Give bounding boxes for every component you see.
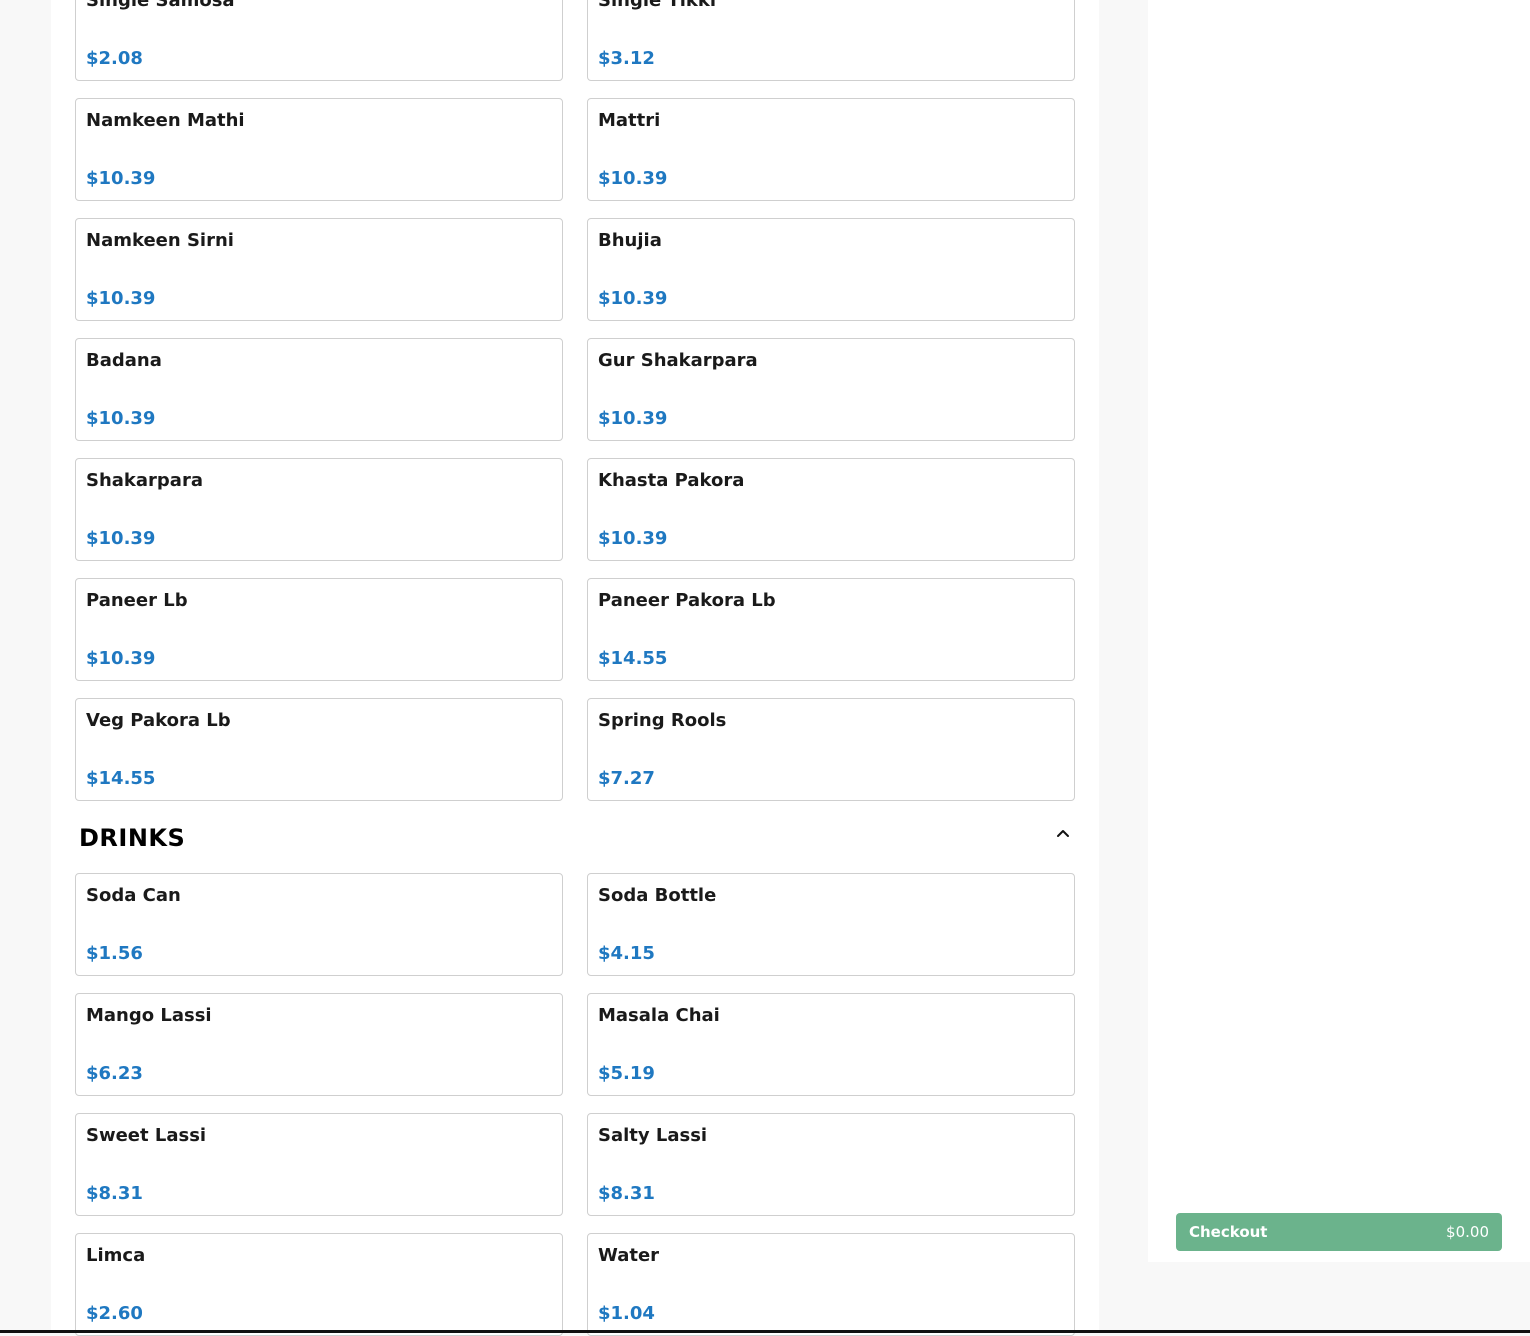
snacks-section: Single Samosa $2.08 Single Tikki $3.12 Nam… [75, 0, 1075, 801]
item-price: $10.39 [86, 168, 156, 189]
menu-item-card[interactable]: Soda Can $1.56 [75, 873, 563, 976]
menu-item-card[interactable]: Salty Lassi $8.31 [587, 1113, 1075, 1216]
item-name: Spring Rools [598, 710, 727, 731]
item-price: $10.39 [598, 528, 668, 549]
item-name: Bhujia [598, 230, 662, 251]
menu-item-card[interactable]: Paneer Pakora Lb $14.55 [587, 578, 1075, 681]
section-title: DRINKS [79, 824, 186, 852]
menu-item-card[interactable]: Badana $10.39 [75, 338, 563, 441]
item-price: $6.23 [86, 1063, 143, 1084]
snacks-grid: Single Samosa $2.08 Single Tikki $3.12 Nam… [75, 0, 1075, 801]
menu-item-card[interactable]: Soda Bottle $4.15 [587, 873, 1075, 976]
menu-item-card[interactable]: Bhujia $10.39 [587, 218, 1075, 321]
item-name: Sweet Lassi [86, 1125, 207, 1146]
drinks-section: Soda Can $1.56 Soda Bottle $4.15 Mango Las… [75, 873, 1075, 1336]
menu-item-card[interactable]: Namkeen Mathi $10.39 [75, 98, 563, 201]
item-name: Paneer Pakora Lb [598, 590, 776, 611]
item-name: Shakarpara [86, 470, 203, 491]
menu-item-card[interactable]: Mattri $10.39 [587, 98, 1075, 201]
item-name: Gur Shakarpara [598, 350, 758, 371]
menu-item-card[interactable]: Paneer Lb $10.39 [75, 578, 563, 681]
menu-item-card[interactable]: Mango Lassi $6.23 [75, 993, 563, 1096]
menu-item-card[interactable]: Single Samosa $2.08 [75, 0, 563, 81]
item-price: $14.55 [86, 768, 156, 789]
menu-item-card[interactable]: Single Tikki $3.12 [587, 0, 1075, 81]
item-price: $3.12 [598, 48, 655, 69]
item-name: Salty Lassi [598, 1125, 708, 1146]
menu-item-card[interactable]: Sweet Lassi $8.31 [75, 1113, 563, 1216]
item-price: $14.55 [598, 648, 668, 669]
menu-item-card[interactable]: Spring Rools $7.27 [587, 698, 1075, 801]
item-price: $1.56 [86, 943, 143, 964]
menu-item-card[interactable]: Limca $2.60 [75, 1233, 563, 1336]
item-price: $8.31 [598, 1183, 655, 1204]
item-price: $10.39 [86, 528, 156, 549]
item-name: Limca [86, 1245, 146, 1266]
item-price: $4.15 [598, 943, 655, 964]
menu-item-card[interactable]: Gur Shakarpara $10.39 [587, 338, 1075, 441]
item-price: $7.27 [598, 768, 655, 789]
menu-item-card[interactable]: Shakarpara $10.39 [75, 458, 563, 561]
item-price: $5.19 [598, 1063, 655, 1084]
cart-total: $0.00 [1446, 1223, 1489, 1241]
item-price: $2.60 [86, 1303, 143, 1324]
item-name: Namkeen Mathi [86, 110, 245, 131]
item-price: $8.31 [86, 1183, 143, 1204]
item-name: Soda Bottle [598, 885, 717, 906]
menu-item-card[interactable]: Masala Chai $5.19 [587, 993, 1075, 1096]
checkout-label: Checkout [1189, 1223, 1268, 1241]
menu-item-card[interactable]: Veg Pakora Lb $14.55 [75, 698, 563, 801]
menu-item-card[interactable]: Namkeen Sirni $10.39 [75, 218, 563, 321]
item-name: Mango Lassi [86, 1005, 212, 1026]
item-name: Water [598, 1245, 660, 1266]
item-price: $10.39 [86, 288, 156, 309]
item-price: $10.39 [598, 168, 668, 189]
drinks-grid: Soda Can $1.56 Soda Bottle $4.15 Mango Las… [75, 873, 1075, 1336]
item-price: $2.08 [86, 48, 143, 69]
drinks-section-header[interactable]: DRINKS [79, 822, 1075, 856]
chevron-up-icon[interactable] [1051, 822, 1075, 846]
item-name: Single Tikki [598, 0, 717, 11]
menu-item-card[interactable]: Water $1.04 [587, 1233, 1075, 1336]
item-price: $10.39 [598, 408, 668, 429]
menu-panel: Single Samosa $2.08 Single Tikki $3.12 Nam… [51, 0, 1099, 1336]
item-name: Mattri [598, 110, 661, 131]
item-name: Masala Chai [598, 1005, 720, 1026]
checkout-button[interactable]: Checkout $0.00 [1176, 1213, 1502, 1251]
item-name: Veg Pakora Lb [86, 710, 231, 731]
item-price: $10.39 [86, 408, 156, 429]
item-name: Badana [86, 350, 162, 371]
item-name: Paneer Lb [86, 590, 188, 611]
menu-item-card[interactable]: Khasta Pakora $10.39 [587, 458, 1075, 561]
cart-panel [1148, 0, 1530, 1262]
item-name: Single Samosa [86, 0, 235, 11]
item-price: $10.39 [598, 288, 668, 309]
item-name: Khasta Pakora [598, 470, 745, 491]
item-name: Soda Can [86, 885, 181, 906]
item-price: $10.39 [86, 648, 156, 669]
item-name: Namkeen Sirni [86, 230, 234, 251]
item-price: $1.04 [598, 1303, 655, 1324]
